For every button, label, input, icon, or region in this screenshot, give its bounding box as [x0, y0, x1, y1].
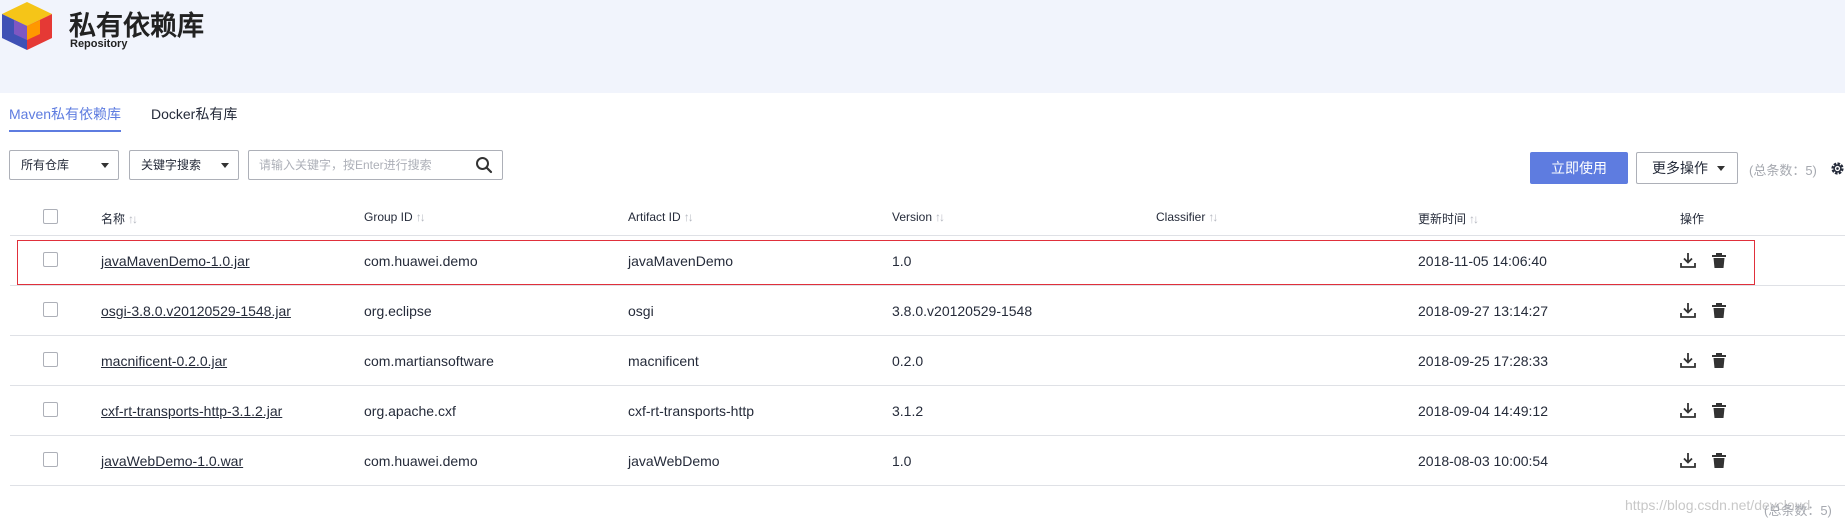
- sort-icon: ↑↓: [1208, 210, 1218, 224]
- download-icon[interactable]: [1679, 351, 1697, 369]
- trash-icon[interactable]: [1710, 351, 1728, 369]
- row-checkbox[interactable]: [43, 402, 58, 417]
- table-row: cxf-rt-transports-http-3.1.2.jar org.apa…: [10, 386, 1845, 436]
- repo-select-value: 所有仓库: [21, 158, 70, 172]
- artifact-name-link[interactable]: cxf-rt-transports-http-3.1.2.jar: [101, 403, 282, 419]
- artifact-id-cell: cxf-rt-transports-http: [628, 403, 755, 419]
- updated-cell: 2018-09-25 17:28:33: [1418, 353, 1548, 369]
- version-cell: 3.8.0.v20120529-1548: [892, 303, 1033, 319]
- download-icon[interactable]: [1679, 251, 1697, 269]
- artifact-id-cell: osgi: [628, 303, 654, 319]
- sort-icon: ↑↓: [128, 212, 138, 226]
- table-header: 名称 ↑↓ Group ID ↑↓ Artifact ID ↑↓ Version ↑↓ …: [10, 198, 1845, 236]
- total-count: (总条数：5): [1749, 163, 1817, 178]
- more-actions-label: 更多操作: [1652, 160, 1708, 176]
- toolbar: 所有仓库 关键字搜索 立即使用 更多操作 (总条数：5): [0, 150, 1845, 186]
- updated-cell: 2018-09-04 14:49:12: [1418, 403, 1548, 419]
- select-all-checkbox[interactable]: [43, 209, 58, 224]
- table-row: javaWebDemo-1.0.war com.huawei.demo java…: [10, 436, 1845, 486]
- row-checkbox[interactable]: [43, 352, 58, 367]
- artifact-id-cell: javaMavenDemo: [628, 253, 734, 269]
- table-row: macnificent-0.2.0.jar com.martiansoftwar…: [10, 336, 1845, 386]
- version-cell: 1.0: [892, 453, 912, 469]
- table-row: javaMavenDemo-1.0.jar com.huawei.demo ja…: [10, 236, 1845, 286]
- version-cell: 1.0: [892, 253, 912, 269]
- download-icon[interactable]: [1679, 451, 1697, 469]
- group-id-cell: org.eclipse: [364, 303, 432, 319]
- column-header-classifier[interactable]: Classifier ↑↓: [1156, 210, 1218, 224]
- column-header-updated[interactable]: 更新时间 ↑↓: [1418, 210, 1479, 227]
- artifact-name-link[interactable]: javaWebDemo-1.0.war: [101, 453, 243, 469]
- row-checkbox[interactable]: [43, 252, 58, 267]
- sort-icon: ↑↓: [1469, 212, 1479, 226]
- updated-cell: 2018-09-27 13:14:27: [1418, 303, 1548, 319]
- sort-icon: ↑↓: [935, 210, 945, 224]
- column-header-name[interactable]: 名称 ↑↓: [101, 210, 138, 227]
- row-checkbox[interactable]: [43, 302, 58, 317]
- column-header-version[interactable]: Version ↑↓: [892, 210, 945, 224]
- trash-icon[interactable]: [1710, 401, 1728, 419]
- search-type-value: 关键字搜索: [141, 158, 202, 172]
- group-id-cell: org.apache.cxf: [364, 403, 456, 419]
- search-icon[interactable]: [475, 156, 493, 174]
- column-header-actions: 操作: [1680, 212, 1705, 226]
- group-id-cell: com.huawei.demo: [364, 453, 478, 469]
- trash-icon[interactable]: [1710, 251, 1728, 269]
- column-header-artifact-id[interactable]: Artifact ID ↑↓: [628, 210, 694, 224]
- group-id-cell: com.huawei.demo: [364, 253, 478, 269]
- sort-icon: ↑↓: [683, 210, 694, 224]
- search-box: [248, 150, 503, 180]
- version-cell: 0.2.0: [892, 353, 924, 369]
- updated-cell: 2018-11-05 14:06:40: [1418, 253, 1547, 269]
- cube-logo-icon: [2, 2, 52, 50]
- sort-icon: ↑↓: [415, 210, 426, 224]
- caret-down-icon: [1717, 166, 1725, 171]
- download-icon[interactable]: [1679, 401, 1697, 419]
- caret-down-icon: [101, 163, 109, 168]
- column-header-group-id[interactable]: Group ID ↑↓: [364, 210, 426, 224]
- version-cell: 3.1.2: [892, 403, 924, 419]
- gear-icon[interactable]: [1830, 161, 1845, 176]
- artifact-name-link[interactable]: macnificent-0.2.0.jar: [101, 353, 227, 369]
- search-type-select[interactable]: 关键字搜索: [129, 150, 239, 180]
- updated-cell: 2018-08-03 10:00:54: [1418, 453, 1548, 469]
- footer-total-count: (总条数：5): [1764, 503, 1832, 518]
- page-subtitle: Repository: [70, 38, 128, 50]
- caret-down-icon: [221, 163, 229, 168]
- row-checkbox[interactable]: [43, 452, 58, 467]
- trash-icon[interactable]: [1710, 451, 1728, 469]
- table-row: osgi-3.8.0.v20120529-1548.jar org.eclips…: [10, 286, 1845, 336]
- artifact-name-link[interactable]: osgi-3.8.0.v20120529-1548.jar: [101, 303, 291, 319]
- use-now-button[interactable]: 立即使用: [1530, 152, 1628, 184]
- download-icon[interactable]: [1679, 301, 1697, 319]
- search-input[interactable]: [259, 156, 464, 174]
- tab-maven[interactable]: Maven私有依赖库: [9, 104, 122, 132]
- group-id-cell: com.martiansoftware: [364, 353, 494, 369]
- trash-icon[interactable]: [1710, 301, 1728, 319]
- page-header: 私有依赖库 Repository: [0, 0, 1845, 93]
- more-actions-button[interactable]: 更多操作: [1636, 152, 1738, 184]
- tab-bar: Maven私有依赖库 Docker私有库: [0, 104, 600, 134]
- artifact-name-link[interactable]: javaMavenDemo-1.0.jar: [101, 253, 250, 269]
- repo-select[interactable]: 所有仓库: [9, 150, 119, 180]
- artifact-id-cell: javaWebDemo: [628, 453, 720, 469]
- artifact-id-cell: macnificent: [628, 353, 699, 369]
- tab-docker[interactable]: Docker私有库: [151, 104, 237, 132]
